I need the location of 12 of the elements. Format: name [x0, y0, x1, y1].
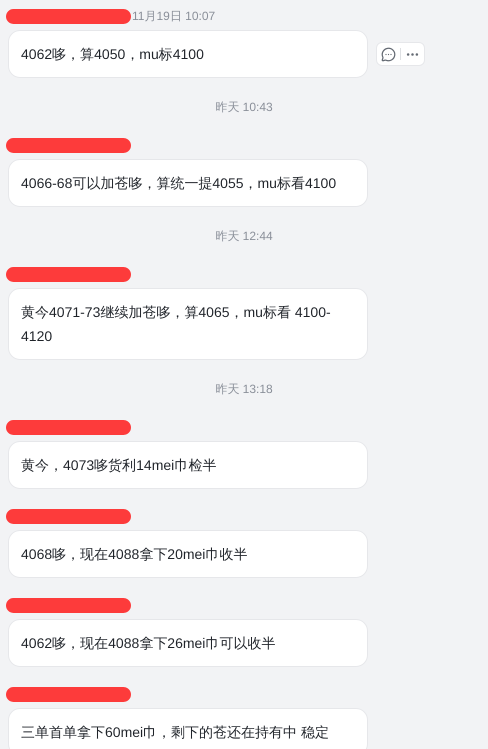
message-bubble: 4068哆，现在4088拿下20mei巾收半 — [8, 530, 368, 578]
message-bubble: 三单首单拿下60mei巾，剩下的苍还在持有中 稳定 — [8, 708, 368, 749]
message-bubble: 黄今，4073哆货利14mei巾检半 — [8, 441, 368, 489]
timestamp: 昨天 13:18 — [215, 381, 273, 398]
message-bubble: 4062哆，算4050，mu标4100 — [8, 30, 368, 78]
message-bubble: 黄今4071-73继续加苍哆，算4065，mu标看 4100-4120 — [8, 288, 368, 360]
timestamp: 昨天 12:44 — [215, 228, 273, 245]
message-bubble: 4062哆，现在4088拿下26mei巾可以收半 — [8, 619, 368, 667]
reply-icon[interactable] — [381, 46, 396, 62]
message-bubble: 4066-68可以加苍哆，算统一提4055，mu标看4100 — [8, 159, 368, 207]
timestamp: 昨天 10:43 — [215, 99, 273, 116]
message-time: 11月19日 10:07 — [132, 8, 216, 25]
